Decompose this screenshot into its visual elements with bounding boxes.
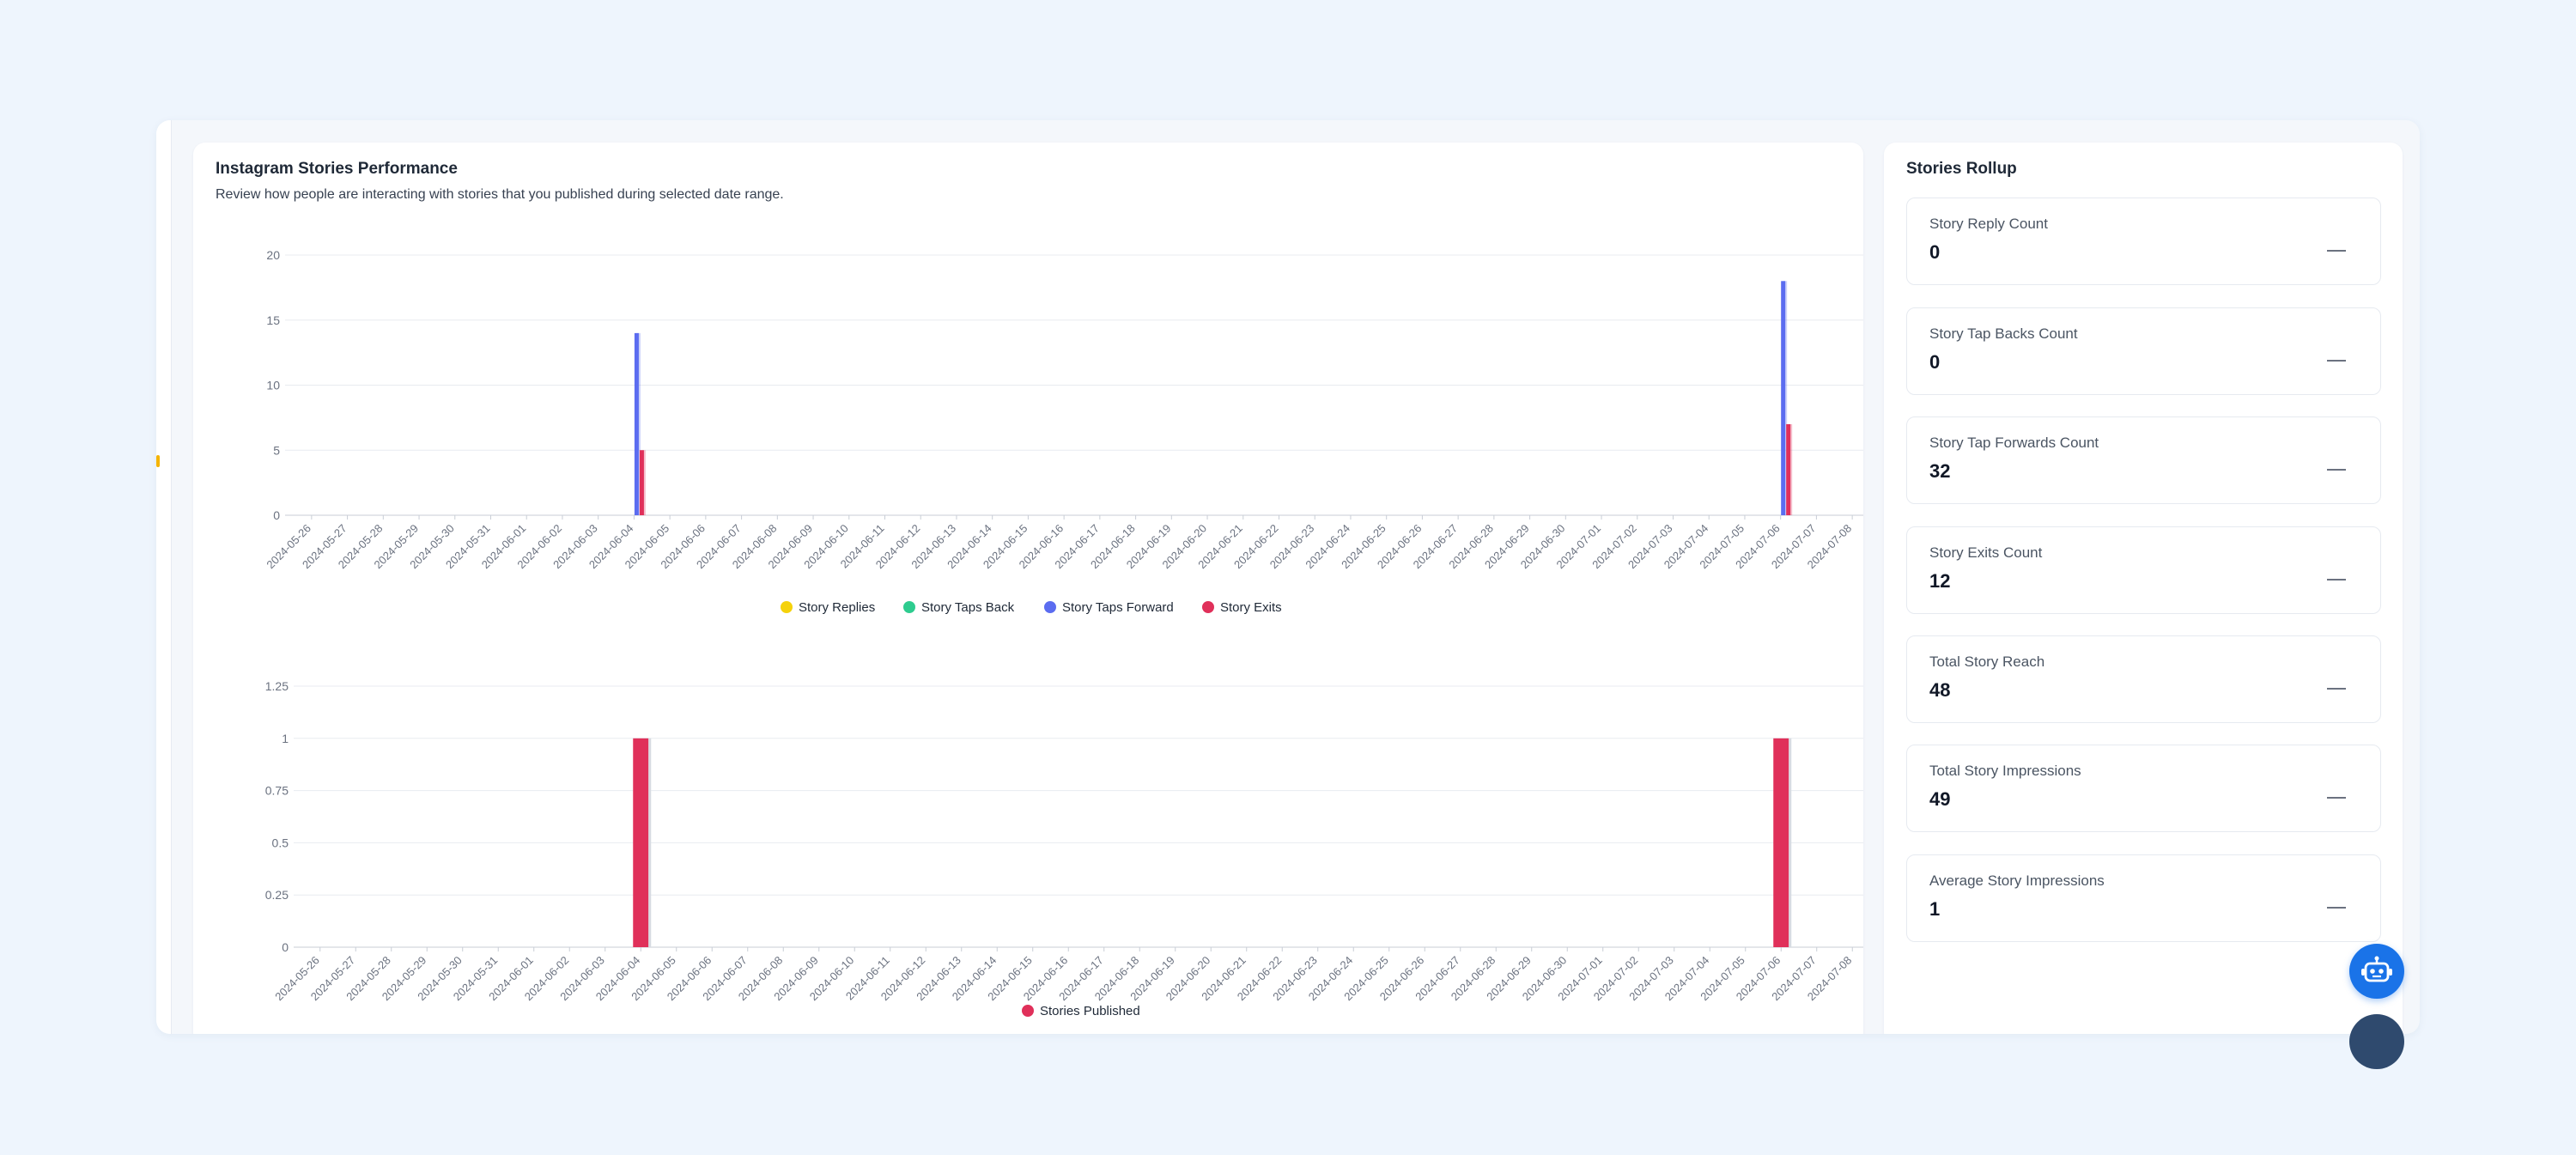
metric-card-story-exits-count: Story Exits Count 12 <box>1906 526 2381 614</box>
bar <box>639 450 644 515</box>
bar-highlight <box>648 738 652 947</box>
trend-dash-icon <box>2327 250 2346 252</box>
metric-value: 12 <box>1929 570 1951 592</box>
metric-card-total-story-impressions: Total Story Impressions 49 <box>1906 745 2381 832</box>
metric-value: 1 <box>1929 898 1941 920</box>
metric-label: Story Reply Count <box>1929 216 2048 232</box>
metric-value: 0 <box>1929 351 1941 373</box>
y-tick-label: 1 <box>282 732 289 745</box>
legend-marker <box>903 601 915 613</box>
legend-marker <box>781 601 793 613</box>
legend-marker <box>1202 601 1214 613</box>
y-tick-label: 1.25 <box>265 679 289 693</box>
stories-rollup-card: Stories Rollup Story Reply Count 0 Story… <box>1884 143 2403 1034</box>
chat-button[interactable] <box>2349 1014 2404 1069</box>
metric-value: 32 <box>1929 460 1951 482</box>
y-tick-label: 0 <box>273 508 280 522</box>
metric-card-total-story-reach: Total Story Reach 48 <box>1906 635 2381 723</box>
y-tick-label: 0.75 <box>265 784 289 798</box>
legend-label: Story Exits <box>1220 600 1282 615</box>
metric-label: Story Tap Backs Count <box>1929 325 2078 342</box>
stories-performance-card: Instagram Stories Performance Review how… <box>193 143 1863 1034</box>
bar <box>1773 738 1789 947</box>
metric-value: 48 <box>1929 679 1951 701</box>
y-tick-label: 10 <box>266 379 280 392</box>
bar <box>1781 281 1786 515</box>
legend-label: Story Replies <box>799 600 875 615</box>
trend-dash-icon <box>2327 360 2346 362</box>
trend-dash-icon <box>2327 579 2346 581</box>
left-panel-edge <box>156 120 172 1034</box>
legend-marker <box>1044 601 1056 613</box>
rollup-title: Stories Rollup <box>1906 160 2017 178</box>
legend-label: Stories Published <box>1040 1004 1140 1018</box>
y-tick-label: 0 <box>282 940 289 954</box>
metric-card-average-story-impressions: Average Story Impressions 1 <box>1906 854 2381 942</box>
y-tick-label: 0.25 <box>265 888 289 902</box>
bar <box>633 738 649 947</box>
legend-label: Story Taps Back <box>921 600 1015 615</box>
metric-card-story-reply-count: Story Reply Count 0 <box>1906 198 2381 285</box>
y-tick-label: 15 <box>266 313 280 327</box>
robot-icon <box>2361 956 2392 982</box>
metric-value: 0 <box>1929 241 1941 263</box>
y-tick-label: 0.5 <box>272 836 289 849</box>
performance-charts: 051015202024-05-262024-05-272024-05-2820… <box>264 248 1863 1018</box>
left-panel-marker <box>156 455 160 467</box>
y-tick-label: 5 <box>273 443 280 457</box>
bar <box>1786 423 1791 515</box>
trend-dash-icon <box>2327 469 2346 471</box>
trend-dash-icon <box>2327 797 2346 799</box>
metric-label: Story Tap Forwards Count <box>1929 435 2099 451</box>
bar-highlight <box>1789 738 1792 947</box>
trend-dash-icon <box>2327 907 2346 909</box>
legend-marker <box>1022 1005 1034 1017</box>
metric-card-story-tap-forwards-count: Story Tap Forwards Count 32 <box>1906 416 2381 504</box>
metric-label: Average Story Impressions <box>1929 872 2105 889</box>
y-tick-label: 20 <box>266 248 280 262</box>
legend-label: Story Taps Forward <box>1062 600 1174 615</box>
metric-label: Total Story Impressions <box>1929 763 2081 779</box>
metric-value: 49 <box>1929 788 1951 810</box>
bar <box>634 332 639 515</box>
trend-dash-icon <box>2327 688 2346 690</box>
metric-card-story-tap-backs-count: Story Tap Backs Count 0 <box>1906 307 2381 395</box>
assistant-button[interactable] <box>2349 944 2404 999</box>
metric-label: Total Story Reach <box>1929 653 2045 670</box>
dashboard-frame: Instagram Stories Performance Review how… <box>156 120 2420 1034</box>
metric-label: Story Exits Count <box>1929 544 2043 561</box>
